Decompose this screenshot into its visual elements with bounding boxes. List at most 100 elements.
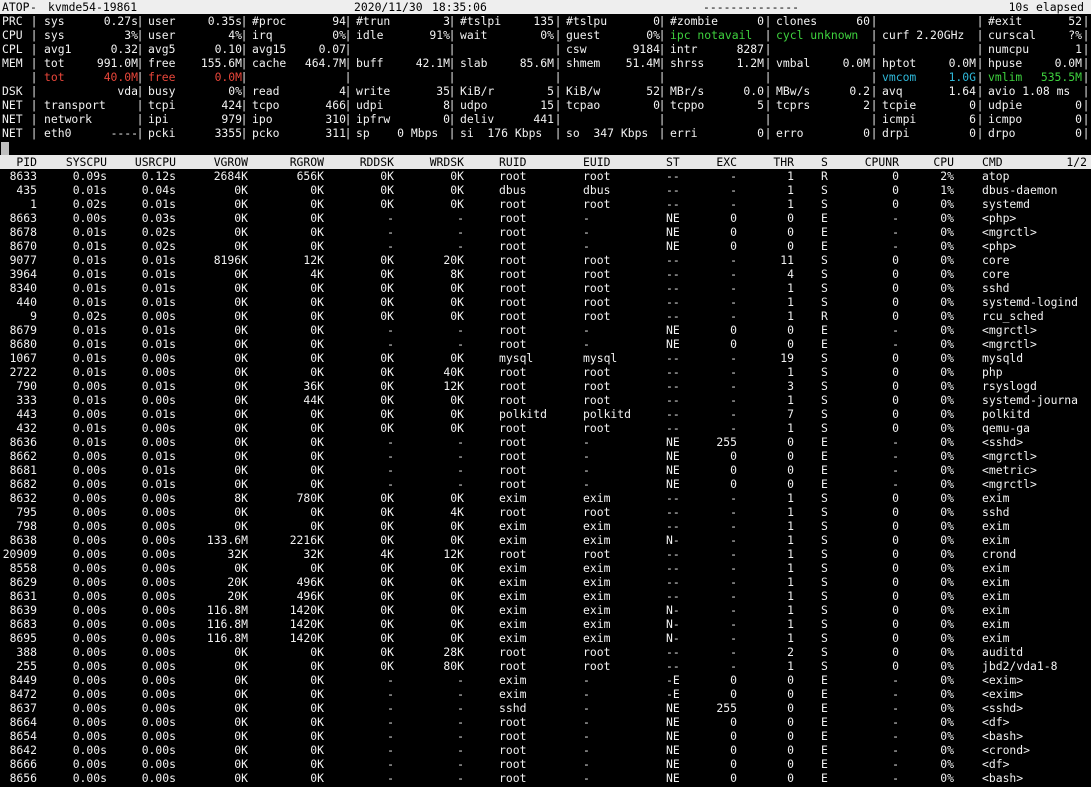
table-row[interactable]: 8683 0.00s 0.00s 116.8M 1420K 0K 0K exim exim N- -… xyxy=(0,617,1091,631)
table-row[interactable]: 8656 0.00s 0.00s 0K 0K - - root - NE 0 0 E -0% <bash> xyxy=(0,771,1091,785)
cell-cmd: mysqld xyxy=(982,351,1024,365)
table-row[interactable]: 1067 0.01s 0.00s 0K 0K 0K 0K mysql mysql -- -19 S 0 0… xyxy=(0,351,1091,365)
table-row[interactable]: 8636 0.01s 0.00s 0K 0K - - root - NE 255 0 E -0% <sshd… xyxy=(0,435,1091,449)
cell-cpunr: 0 xyxy=(892,169,899,183)
cell-ruid: exim xyxy=(499,491,527,505)
cell-ruid: exim xyxy=(499,533,527,547)
sys-metric-value: 3 xyxy=(443,14,450,28)
table-row[interactable]: 8695 0.00s 0.00s 116.8M 1420K 0K 0K exim exim N- -… xyxy=(0,631,1091,645)
table-row[interactable]: 8666 0.00s 0.00s 0K 0K - - root - NE 0 0 E -0% <df> xyxy=(0,757,1091,771)
table-row[interactable]: 8662 0.00s 0.01s 0K 0K - - root - NE 0 0 E -0% <mgrctl… xyxy=(0,449,1091,463)
cell-cpunr: 0 xyxy=(892,309,899,323)
sys-metric-name: tcpo xyxy=(252,98,280,112)
date-label: 2020/11/30 xyxy=(354,0,423,14)
cell-rgrow: 496K xyxy=(296,575,324,589)
cell-s: S xyxy=(821,603,828,617)
cell-rddsk: 0K xyxy=(380,267,394,281)
cell-cpunr: 0 xyxy=(892,533,899,547)
cell-cpunr: 0 xyxy=(892,365,899,379)
table-row[interactable]: 388 0.00s 0.00s 0K 0K 0K 28K root root -- -2 S 0 0% au… xyxy=(0,645,1091,659)
sys-metric-name: si 176 Kbps xyxy=(460,126,543,140)
column-header-exc: EXC xyxy=(716,155,737,169)
table-row[interactable]: 795 0.00s 0.00s 0K 0K 0K 4K root root -- -1 S 0 0% ssh… xyxy=(0,505,1091,519)
table-row[interactable]: 435 0.01s 0.04s 0K 0K 0K 0K dbus dbus -- -1 S 0 1% dbu… xyxy=(0,183,1091,197)
table-row[interactable]: 20909 0.00s 0.00s 32K 32K 4K 12K root root -- -1 S 0… xyxy=(0,547,1091,561)
cell-syscpu: 0.01s xyxy=(72,435,107,449)
cell-syscpu: 0.09s xyxy=(72,169,107,183)
sys-metric-name: free xyxy=(148,70,176,84)
cell-s: S xyxy=(821,561,828,575)
cell-cpunr: 0 xyxy=(892,197,899,211)
cell-vgrow: 0K xyxy=(234,407,248,421)
table-row[interactable]: 443 0.00s 0.01s 0K 0K 0K 0K polkitd polkitd -- -7 S… xyxy=(0,407,1091,421)
sys-metric-name: cycl unknown xyxy=(776,28,859,42)
cell-s: S xyxy=(821,253,828,267)
process-table[interactable]: 8633 0.09s 0.12s 2684K 656K 0K 0K root root -- -1 R… xyxy=(0,169,1091,785)
cell-exc: 0 xyxy=(730,225,737,239)
sys-row-label: NET xyxy=(2,112,23,126)
table-row[interactable]: 8638 0.00s 0.00s 133.6M 2216K 0K 0K exim exim N- -… xyxy=(0,533,1091,547)
table-row[interactable]: 8639 0.00s 0.00s 116.8M 1420K 0K 0K exim exim N- -… xyxy=(0,603,1091,617)
sys-metric-name: network xyxy=(44,112,93,126)
table-row[interactable]: 8637 0.00s 0.00s 0K 0K - - sshd - NE 255 0 E -0% <sshd… xyxy=(0,701,1091,715)
table-row[interactable]: 440 0.01s 0.01s 0K 0K 0K 0K root root -- -1 S 0 0% sys… xyxy=(0,295,1091,309)
column-separator: | xyxy=(658,70,666,84)
cell-vgrow: 0K xyxy=(234,337,248,351)
cell-usrcpu: 0.00s xyxy=(141,365,176,379)
table-row[interactable]: 8664 0.00s 0.00s 0K 0K - - root - NE 0 0 E -0% <df> xyxy=(0,715,1091,729)
table-row[interactable]: 8663 0.00s 0.03s 0K 0K - - root - NE 0 0 E -0% <php> xyxy=(0,211,1091,225)
cell-pid: 8678 xyxy=(9,225,37,239)
table-row[interactable]: 8670 0.01s 0.02s 0K 0K - - root - NE 0 0 E -0% <php> xyxy=(0,239,1091,253)
table-row[interactable]: 8472 0.00s 0.00s 0K 0K - - exim - -E 0 0 E -0% <exim> xyxy=(0,687,1091,701)
cell-vgrow: 0K xyxy=(234,267,248,281)
sys-metric-value: 424 xyxy=(221,98,242,112)
cell-vgrow: 0K xyxy=(234,477,248,491)
table-row[interactable]: 432 0.01s 0.00s 0K 0K 0K 0K root root -- -1 S 0 0% qem… xyxy=(0,421,1091,435)
table-row[interactable]: 9 0.02s 0.00s 0K 0K 0K 0K root root -- -1 R 0 0% rcu_s… xyxy=(0,309,1091,323)
column-separator: | xyxy=(764,14,772,28)
cell-wrdsk: 0K xyxy=(450,617,464,631)
table-row[interactable]: 333 0.01s 0.00s 0K 44K 0K 0K root root -- -1 S 0 0% sy… xyxy=(0,393,1091,407)
cell-usrcpu: 0.00s xyxy=(141,351,176,365)
table-row[interactable]: 790 0.00s 0.01s 0K 36K 0K 12K root root -- -3 S 0 0% r… xyxy=(0,379,1091,393)
cell-pid: 440 xyxy=(16,295,37,309)
table-row[interactable]: 2722 0.01s 0.00s 0K 0K 0K 40K root root -- -1 S 0 0% p… xyxy=(0,365,1091,379)
cell-usrcpu: 0.01s xyxy=(141,295,176,309)
cell-vgrow: 0K xyxy=(234,505,248,519)
cell-exc: - xyxy=(730,617,737,631)
cell-syscpu: 0.00s xyxy=(72,771,107,785)
table-row[interactable]: 8340 0.01s 0.01s 0K 0K 0K 0K root root -- -1 S 0 0% ss… xyxy=(0,281,1091,295)
table-row[interactable]: 3964 0.01s 0.01s 0K 4K 0K 8K root root -- -4 S 0 0% co… xyxy=(0,267,1091,281)
cell-thr: 1 xyxy=(787,533,794,547)
table-row[interactable]: 8632 0.00s 0.00s 8K 780K 0K 0K exim exim -- -1 S 0 0%… xyxy=(0,491,1091,505)
cell-wrdsk: 0K xyxy=(450,183,464,197)
column-separator: | xyxy=(764,98,772,112)
sys-metric-value: 94 xyxy=(332,14,346,28)
cell-wrdsk: - xyxy=(457,743,464,757)
table-row[interactable]: 8631 0.00s 0.00s 20K 496K 0K 0K exim exim -- -1 S 0 0… xyxy=(0,589,1091,603)
cell-exc: 0 xyxy=(730,729,737,743)
table-row[interactable]: 8654 0.00s 0.00s 0K 0K - - root - NE 0 0 E -0% <bash> xyxy=(0,729,1091,743)
table-row[interactable]: 8642 0.00s 0.00s 0K 0K - - root - NE 0 0 E -0% <crond> xyxy=(0,743,1091,757)
table-row[interactable]: 8680 0.01s 0.01s 0K 0K - - root - NE 0 0 E -0% <mgrctl… xyxy=(0,337,1091,351)
table-row[interactable]: 8678 0.01s 0.02s 0K 0K - - root - NE 0 0 E -0% <mgrctl… xyxy=(0,225,1091,239)
table-row[interactable]: 8633 0.09s 0.12s 2684K 656K 0K 0K root root -- -1 R… xyxy=(0,169,1091,183)
cell-s: S xyxy=(821,659,828,673)
sys-metric-value: ?% xyxy=(1068,28,1082,42)
sys-metric-value: 1.64 xyxy=(948,84,976,98)
cell-usrcpu: 0.00s xyxy=(141,561,176,575)
table-row[interactable]: 255 0.00s 0.00s 0K 0K 0K 80K root root -- -1 S 0 0% jb… xyxy=(0,659,1091,673)
table-row[interactable]: 798 0.00s 0.00s 0K 0K 0K 0K exim exim -- -1 S 0 0% exi… xyxy=(0,519,1091,533)
table-row[interactable]: 8629 0.00s 0.00s 20K 496K 0K 0K exim exim -- -1 S 0 0… xyxy=(0,575,1091,589)
table-row[interactable]: 8558 0.00s 0.00s 0K 0K 0K 0K exim exim -- -1 S 0 0% ex… xyxy=(0,561,1091,575)
sys-metric-name: sys xyxy=(44,28,65,42)
table-row[interactable]: 8679 0.01s 0.01s 0K 0K - - root - NE 0 0 E -0% <mgrctl… xyxy=(0,323,1091,337)
table-row[interactable]: 9077 0.01s 0.01s 8196K 12K 0K 20K root root -- -11… xyxy=(0,253,1091,267)
table-row[interactable]: 8682 0.00s 0.01s 0K 0K - - root - NE 0 0 E -0% <mgrctl… xyxy=(0,477,1091,491)
cell-euid: - xyxy=(583,687,590,701)
table-row[interactable]: 8681 0.00s 0.01s 0K 0K - - root - NE 0 0 E -0% <metric… xyxy=(0,463,1091,477)
table-row[interactable]: 8449 0.00s 0.00s 0K 0K - - exim - -E 0 0 E -0% <exim> xyxy=(0,673,1091,687)
sys-metric-name: transport xyxy=(44,98,106,112)
cell-usrcpu: 0.00s xyxy=(141,617,176,631)
table-row[interactable]: 1 0.02s 0.01s 0K 0K 0K 0K root root -- -1 S 0 0% syste… xyxy=(0,197,1091,211)
